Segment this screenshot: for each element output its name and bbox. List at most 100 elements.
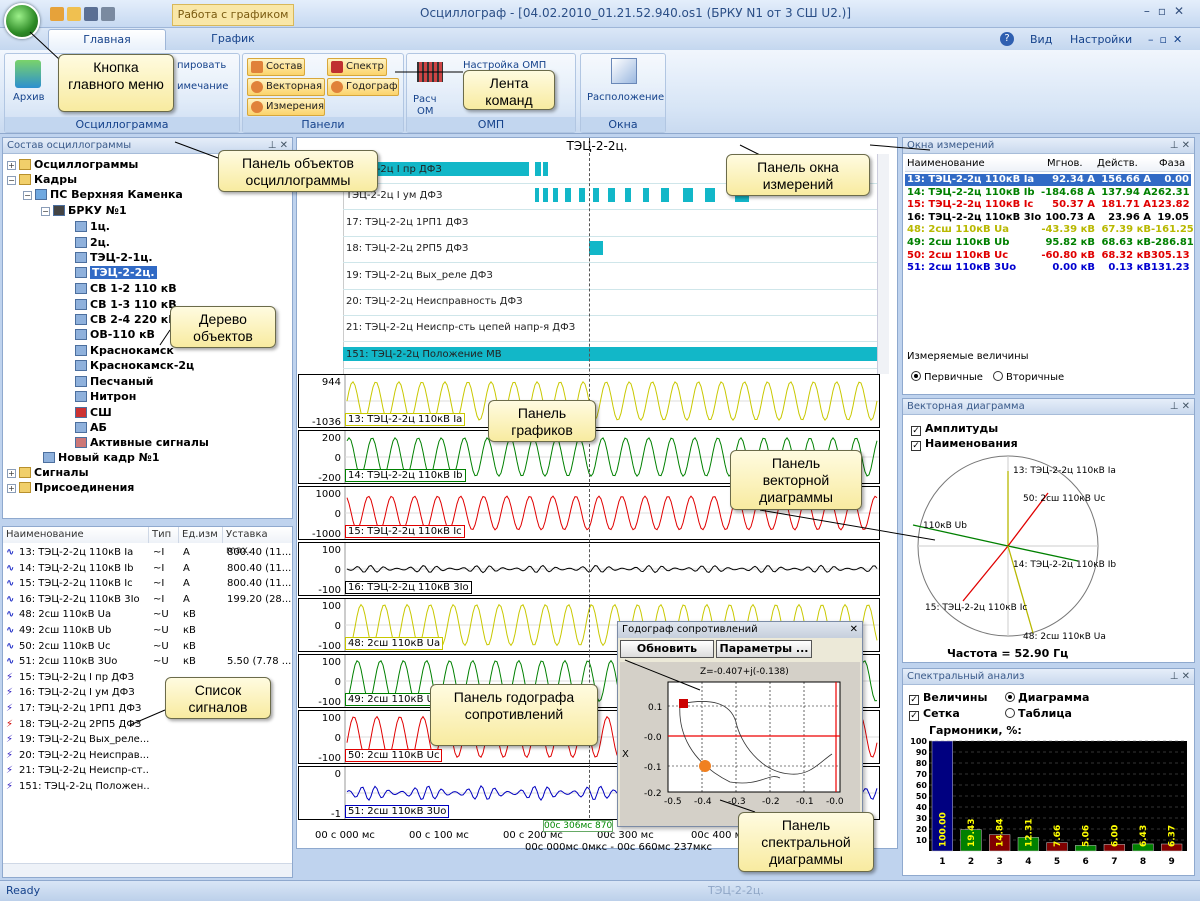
signal-row[interactable]: ⚡ 20: ТЭЦ-2-2ц Неисправ... xyxy=(3,748,292,763)
tree-item[interactable]: АБ xyxy=(75,421,107,435)
collapse-icon[interactable]: − xyxy=(23,191,32,200)
col-name[interactable]: Наименование xyxy=(3,527,149,543)
expand-icon[interactable]: + xyxy=(7,161,16,170)
tab-chart[interactable]: График xyxy=(172,29,294,50)
signal-row[interactable]: ∿ 13: ТЭЦ-2-2ц 110кВ Ia ~I А 800.40 (11... xyxy=(3,545,292,560)
signal-row[interactable]: ∿ 49: 2сш 110кВ Ub ~U кВ xyxy=(3,623,292,638)
help-icon[interactable]: ? xyxy=(1000,32,1014,46)
measure-row[interactable]: 50: 2сш 110кВ Uc -60.80 кВ 68.32 кВ 305.13 xyxy=(905,250,1191,262)
view-menu[interactable]: Вид xyxy=(1030,33,1052,46)
signal-row[interactable]: ∿ 14: ТЭЦ-2-2ц 110кВ Ib ~I А 800.40 (11... xyxy=(3,561,292,576)
diagram-radio[interactable]: Диаграмма xyxy=(1005,691,1089,704)
tree-item[interactable]: + Присоединения xyxy=(7,481,134,495)
signal-row[interactable]: ∿ 50: 2сш 110кВ Uc ~U кВ xyxy=(3,639,292,654)
collapse-icon[interactable]: − xyxy=(41,207,50,216)
close-icon[interactable]: ✕ xyxy=(850,622,858,637)
tree-item-selected[interactable]: ТЭЦ-2-2ц. xyxy=(75,266,157,280)
signal-row[interactable]: ∿ 48: 2сш 110кВ Ua ~U кВ xyxy=(3,607,292,622)
measure-row[interactable]: 51: 2сш 110кВ 3Uo 0.00 кВ 0.13 кВ 131.23 xyxy=(905,262,1191,274)
tab-home[interactable]: Главная xyxy=(48,29,166,50)
main-menu-orb[interactable] xyxy=(4,3,40,39)
tree-item[interactable]: Краснокамск xyxy=(75,344,174,358)
vector-button[interactable]: Векторная xyxy=(247,78,325,96)
horizontal-scrollbar[interactable] xyxy=(3,863,292,877)
col-rms[interactable]: Действ. xyxy=(1097,158,1138,169)
signal-row[interactable]: ⚡ 19: ТЭЦ-2-2ц Вых_реле... xyxy=(3,732,292,747)
tree-item[interactable]: СВ 1-2 110 кВ xyxy=(75,282,177,296)
signal-row[interactable]: ∿ 15: ТЭЦ-2-2ц 110кВ Ic ~I А 800.40 (11... xyxy=(3,576,292,591)
collapse-icon[interactable]: − xyxy=(7,176,16,185)
parameters-button[interactable]: Параметры ... xyxy=(716,640,812,658)
context-tab[interactable]: Работа с графиком xyxy=(172,4,294,26)
panel-pin-close-icons[interactable]: ⊥ ✕ xyxy=(1170,138,1190,153)
col-max[interactable]: Уставка max. xyxy=(223,527,292,556)
tree-item[interactable]: Новый кадр №1 xyxy=(43,451,160,465)
digital-row[interactable]: 18: ТЭЦ-2-2ц 2РП5 ДФЗ xyxy=(343,237,877,264)
settings-menu[interactable]: Настройки xyxy=(1070,33,1132,46)
signal-row[interactable]: ⚡ 151: ТЭЦ-2-2ц Положен... xyxy=(3,779,292,794)
tree-item[interactable]: Активные сигналы xyxy=(75,436,209,450)
tree-item[interactable]: ОВ-110 кВ xyxy=(75,328,155,342)
measure-row[interactable]: 48: 2сш 110кВ Ua -43.39 кВ 67.39 кВ -161.25 xyxy=(905,224,1194,236)
note-button[interactable]: имечание xyxy=(177,81,228,92)
measure-row[interactable]: 13: ТЭЦ-2-2ц 110кВ Ia 92.34 А 156.66 А 0.00 xyxy=(905,174,1191,186)
tree-item[interactable]: Песчаный xyxy=(75,375,153,389)
print-icon[interactable] xyxy=(101,7,115,21)
panel-pin-close-icons[interactable]: ⊥ ✕ xyxy=(1170,399,1190,414)
tree-item[interactable]: − БРКУ №1 xyxy=(41,204,127,218)
names-checkbox[interactable]: ✓ Наименования xyxy=(911,437,1018,451)
window-controls[interactable]: –▫✕ xyxy=(1144,4,1192,18)
tree-item[interactable]: СВ 2-4 220 кВ xyxy=(75,313,177,327)
measure-row[interactable]: 49: 2сш 110кВ Ub 95.82 кВ 68.63 кВ -286.81 xyxy=(905,237,1194,249)
archive-button[interactable]: Архив xyxy=(13,92,45,103)
layout-button[interactable]: Расположение xyxy=(587,92,664,103)
refresh-button[interactable]: Обновить xyxy=(620,640,714,658)
signal-row[interactable]: ⚡ 21: ТЭЦ-2-2ц Неиспр-ст... xyxy=(3,763,292,778)
tree-item[interactable]: 2ц. xyxy=(75,236,110,250)
hodograph-button[interactable]: Годограф xyxy=(327,78,399,96)
tree-item[interactable]: Краснокамск-2ц xyxy=(75,359,194,373)
vertical-scrollbar[interactable] xyxy=(877,154,889,374)
amplitudes-checkbox[interactable]: ✓ Амплитуды xyxy=(911,422,998,436)
col-name[interactable]: Наименование xyxy=(907,158,985,169)
mdi-controls[interactable]: –▫✕ xyxy=(1148,33,1188,46)
signal-row[interactable]: ∿ 51: 2сш 110кВ 3Uo ~U кВ 5.50 (7.78 ... xyxy=(3,654,292,669)
measure-row[interactable]: 14: ТЭЦ-2-2ц 110кВ Ib -184.68 А 137.94 А 26… xyxy=(905,187,1191,199)
grid-checkbox[interactable]: ✓ Сетка xyxy=(909,707,960,721)
tree-item[interactable]: − Кадры xyxy=(7,173,77,187)
tree-item[interactable]: + Осциллограммы xyxy=(7,158,138,172)
copy-button[interactable]: пировать xyxy=(177,60,226,71)
primary-radio[interactable]: Первичные xyxy=(911,371,983,383)
tree-item[interactable]: Нитрон xyxy=(75,390,136,404)
secondary-radio[interactable]: Вторичные xyxy=(993,371,1064,383)
new-icon[interactable] xyxy=(50,7,64,21)
tree-item[interactable]: СШ xyxy=(75,406,112,420)
composition-button[interactable]: Состав xyxy=(247,58,305,76)
tree-item[interactable]: + Сигналы xyxy=(7,466,89,480)
tree-item[interactable]: СВ 1-3 110 кВ xyxy=(75,298,177,312)
col-unit[interactable]: Ед.изм xyxy=(179,527,223,543)
col-instant[interactable]: Мгнов. xyxy=(1047,158,1083,169)
panel-pin-close-icons[interactable]: ⊥ ✕ xyxy=(1170,669,1190,684)
measure-row[interactable]: 16: ТЭЦ-2-2ц 110кВ 3Io 100.73 А 23.96 А 19.… xyxy=(905,212,1191,224)
spectrum-button[interactable]: Спектр xyxy=(327,58,387,76)
omp-calc-button[interactable]: Расч xyxy=(413,94,437,105)
col-phase[interactable]: Фаза xyxy=(1159,158,1185,169)
archive-icon[interactable] xyxy=(15,60,41,88)
tree-item[interactable]: ТЭЦ-2-1ц. xyxy=(75,251,153,265)
omp-icon[interactable] xyxy=(417,62,443,82)
measure-row[interactable]: 15: ТЭЦ-2-2ц 110кВ Ic 50.37 А 181.71 А 123.… xyxy=(905,199,1191,211)
digital-row[interactable]: 21: ТЭЦ-2-2ц Неиспр-сть цепей напр-я ДФЗ xyxy=(343,316,877,343)
measure-button[interactable]: Измерения xyxy=(247,98,325,116)
save-icon[interactable] xyxy=(84,7,98,21)
layout-icon[interactable] xyxy=(611,58,637,84)
signal-row[interactable]: ∿ 16: ТЭЦ-2-2ц 110кВ 3Io ~I А 199.20 (28... xyxy=(3,592,292,607)
values-checkbox[interactable]: ✓ Величины xyxy=(909,691,987,705)
digital-row[interactable]: 151: ТЭЦ-2-2ц Положение МВ xyxy=(343,343,877,369)
col-type[interactable]: Тип xyxy=(149,527,179,543)
tree-item[interactable]: 1ц. xyxy=(75,220,110,234)
open-folder-icon[interactable] xyxy=(67,7,81,21)
digital-row[interactable]: 20: ТЭЦ-2-2ц Неисправность ДФЗ xyxy=(343,290,877,316)
tree-item[interactable]: − ПС Верхняя Каменка xyxy=(23,188,183,202)
expand-icon[interactable]: + xyxy=(7,469,16,478)
